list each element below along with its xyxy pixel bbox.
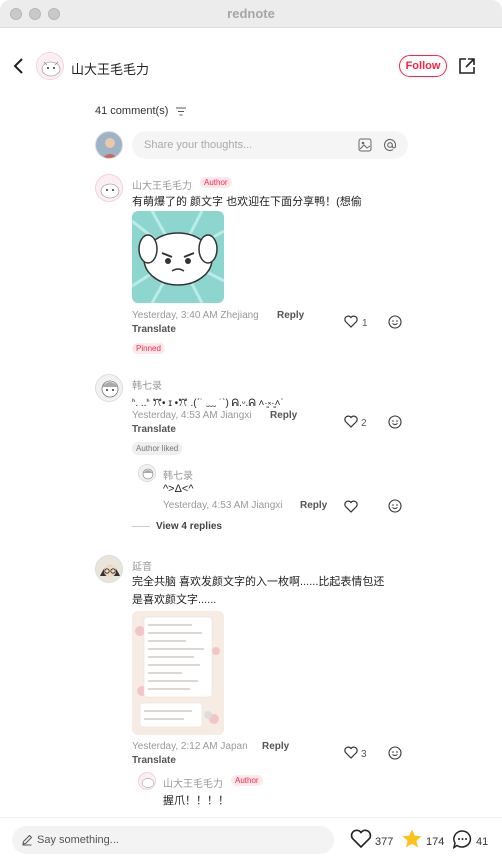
sort-filter-icon[interactable]	[176, 107, 186, 116]
reply-avatar[interactable]	[138, 464, 156, 482]
comment-avatar[interactable]	[95, 174, 123, 202]
window-title: rednote	[227, 6, 275, 21]
heart-icon[interactable]	[344, 415, 358, 428]
like-count: 1	[362, 318, 368, 329]
comment-text-line-2: 是喜欢颜文字......	[132, 594, 217, 606]
say-something-placeholder: Say something...	[37, 834, 119, 846]
emoji-reaction-icon[interactable]	[388, 499, 402, 513]
comment-meta: Yesterday, 3:40 AM Zhejiang	[132, 310, 259, 321]
author-badge: Author	[200, 177, 232, 188]
reply-button[interactable]: Reply	[277, 310, 304, 321]
comment-avatar[interactable]	[95, 555, 123, 583]
pencil-icon	[22, 834, 33, 846]
replies-divider	[132, 526, 150, 527]
say-something-input[interactable]: Say something...	[12, 826, 334, 854]
follow-button[interactable]: Follow	[399, 55, 447, 77]
author-badge: Author	[231, 775, 263, 786]
author-liked-badge: Author liked	[132, 442, 183, 455]
comment-avatar[interactable]	[95, 374, 123, 402]
comment-input[interactable]: Share your thoughts...	[132, 131, 408, 159]
pinned-badge: Pinned	[132, 343, 165, 354]
emoji-reaction-icon[interactable]	[388, 415, 402, 429]
current-user-avatar	[95, 131, 123, 159]
reply-meta: Yesterday, 4:53 AM Jiangxi	[163, 500, 283, 511]
comment-total: 41	[476, 836, 489, 848]
mention-icon[interactable]	[383, 138, 397, 152]
view-replies-link[interactable]: View 4 replies	[156, 521, 222, 532]
star-icon[interactable]	[401, 828, 423, 850]
comment-text: 有萌爆了的 颜文字 也欢迎在下面分享鸭！(想偷	[132, 196, 362, 208]
comment-input-placeholder: Share your thoughts...	[144, 139, 253, 151]
reply-button[interactable]: Reply	[300, 500, 327, 511]
author-name[interactable]: 山大王毛毛力	[71, 59, 149, 78]
comment-text-line-1: 完全共脑 喜欢发颜文字的入一枚啊......比起表情包还	[132, 576, 385, 588]
reply-text: 握爪！！！！	[163, 795, 229, 807]
note-header: 山大王毛毛力 Follow	[0, 28, 502, 104]
comment-author-name[interactable]: 延音	[132, 558, 152, 573]
like-heart-icon[interactable]	[350, 829, 372, 849]
bottom-action-bar: Say something... 377 174 41	[0, 817, 502, 859]
reply-author-name[interactable]: 韩七录	[163, 467, 193, 482]
reply-author-name[interactable]: 山大王毛毛力	[163, 775, 223, 790]
comment-bubble-icon[interactable]	[452, 829, 473, 850]
reply-avatar[interactable]	[138, 772, 156, 790]
emoji-reaction-icon[interactable]	[388, 315, 402, 329]
reply-button[interactable]: Reply	[270, 410, 297, 421]
back-arrow-icon[interactable]	[10, 56, 28, 76]
share-icon[interactable]	[457, 56, 477, 76]
heart-icon[interactable]	[344, 315, 358, 328]
author-avatar[interactable]	[36, 52, 64, 80]
like-count: 3	[361, 749, 367, 760]
comment-author-name[interactable]: 山大王毛毛力	[132, 177, 192, 192]
comment-count: 41 comment(s)	[95, 105, 169, 117]
comment-image[interactable]	[132, 611, 224, 735]
star-total: 174	[426, 836, 445, 848]
comment-author-name[interactable]: 韩七录	[132, 377, 162, 392]
translate-button[interactable]: Translate	[132, 755, 176, 766]
like-count: 2	[361, 418, 367, 429]
window-titlebar: rednote	[0, 0, 502, 28]
heart-icon[interactable]	[344, 500, 358, 513]
heart-icon[interactable]	[344, 746, 358, 759]
reply-button[interactable]: Reply	[262, 741, 289, 752]
translate-button[interactable]: Translate	[132, 424, 176, 435]
reply-text: ^>Δ<^	[163, 483, 194, 495]
comment-image[interactable]	[132, 211, 224, 303]
comment-meta: Yesterday, 4:53 AM Jiangxi	[132, 410, 252, 421]
emoji-reaction-icon[interactable]	[388, 746, 402, 760]
comment-meta: Yesterday, 2:12 AM Japan	[132, 741, 248, 752]
image-icon[interactable]	[358, 138, 372, 152]
translate-button[interactable]: Translate	[132, 324, 176, 335]
like-total: 377	[375, 836, 394, 848]
